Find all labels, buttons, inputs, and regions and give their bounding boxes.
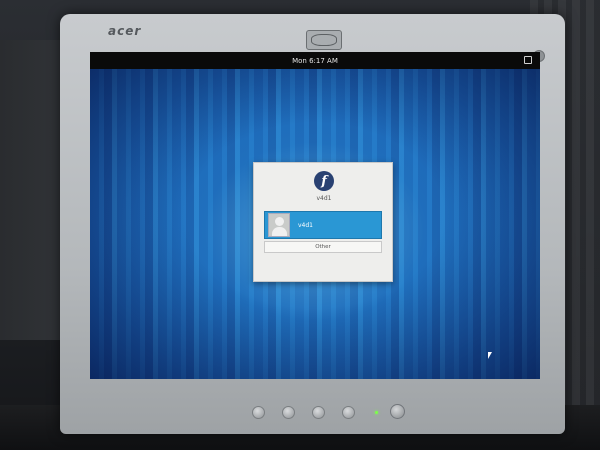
monitor-down-button[interactable] — [282, 406, 295, 419]
login-dialog: f v4d1 v4d1 Other — [253, 162, 393, 282]
top-bar: Mon 6:17 AM — [90, 52, 540, 69]
monitor-emblem-icon — [306, 30, 342, 50]
monitor-up-button[interactable] — [312, 406, 325, 419]
clock[interactable]: Mon 6:17 AM — [292, 57, 338, 65]
monitor-frame: acer Mon 6:17 AM f v4d1 v4d1 Other — [60, 14, 565, 434]
screen: Mon 6:17 AM f v4d1 v4d1 Other — [90, 52, 540, 379]
user-list-item[interactable]: v4d1 — [264, 211, 382, 239]
power-led-icon — [375, 411, 378, 414]
user-avatar-icon — [268, 213, 290, 237]
monitor-brand-logo: acer — [108, 24, 142, 38]
fedora-logo-icon: f — [314, 171, 334, 191]
monitor-control-panel — [60, 386, 565, 434]
mouse-cursor-icon — [488, 352, 492, 359]
hostname-label: v4d1 — [316, 195, 332, 202]
power-menu-icon[interactable] — [524, 56, 532, 64]
other-user-label: Other — [315, 244, 331, 250]
monitor-auto-button[interactable] — [342, 406, 355, 419]
monitor-power-button[interactable] — [390, 404, 405, 419]
monitor-menu-button[interactable] — [252, 406, 265, 419]
other-user-button[interactable]: Other — [264, 241, 382, 253]
user-name-label: v4d1 — [298, 221, 313, 229]
